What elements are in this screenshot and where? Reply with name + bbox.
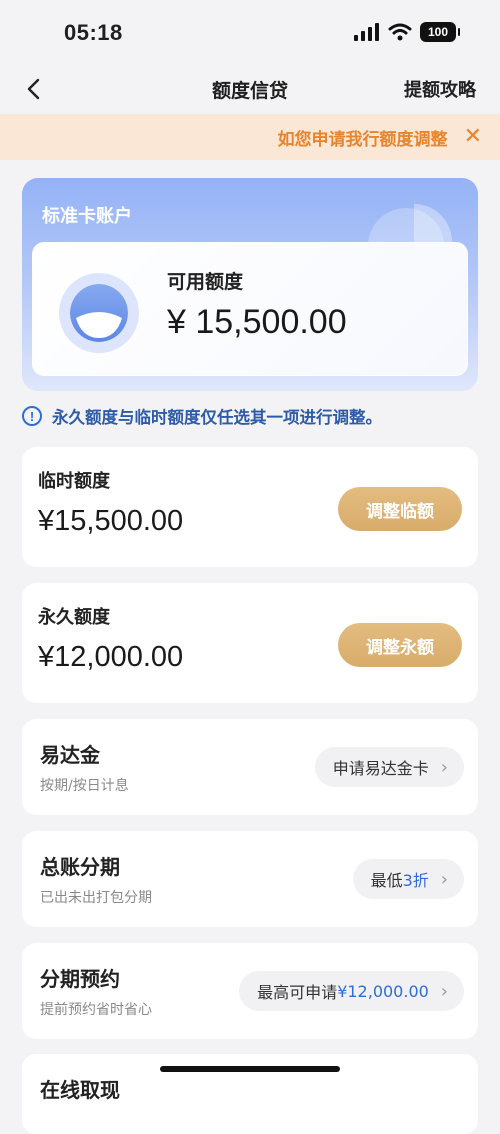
battery-indicator: 100 [420,22,460,42]
service-subtitle: 按期/按日计息 [40,778,129,794]
close-icon[interactable]: ✕ [464,126,482,148]
smile-icon [70,284,128,342]
available-limit-panel: 可用额度 ¥ 15,500.00 [32,242,468,376]
nav-bar: 额度信贷 提额攻略 [0,64,500,114]
status-bar: 05:18 100 [0,0,500,64]
temporary-limit-card: 临时额度 ¥15,500.00 调整临额 [22,447,478,567]
service-title: 总账分期 [40,855,120,879]
apply-yidajin-card-button[interactable]: 申请易达金卡 › [314,747,464,787]
permanent-limit-label: 永久额度 [38,607,110,628]
service-subtitle: 已出未出打包分期 [40,890,152,906]
temporary-limit-amount: ¥15,500.00 [38,505,184,537]
installment-reservation-button[interactable]: 最高可申请 ¥12,000.00 › [239,971,464,1011]
adjust-permanent-limit-button[interactable]: 调整永额 [338,623,462,667]
home-indicator[interactable] [160,1066,340,1072]
service-title: 在线取现 [40,1078,120,1102]
back-arrow-icon [27,78,40,100]
pill-prefix: 最低 [370,871,403,890]
permanent-limit-card: 永久额度 ¥12,000.00 调整永额 [22,583,478,703]
chevron-right-icon: › [440,756,448,778]
adjust-temporary-limit-button[interactable]: 调整临额 [338,487,462,531]
chevron-right-icon: › [440,980,448,1002]
notice: ! 永久额度与临时额度仅任选其一项进行调整。 [22,404,382,428]
status-time: 05:18 [64,20,123,45]
account-card: 标准卡账户 可用额度 ¥ 15,500.00 [22,178,478,391]
promo-banner[interactable]: 如您申请我行额度调整 ✕ [0,114,500,160]
available-limit-amount: ¥ 15,500.00 [167,303,347,341]
service-title: 分期预约 [40,967,120,991]
pill-label: 申请易达金卡 [332,759,429,778]
raise-limit-tips-link[interactable]: 提额攻略 [404,76,476,102]
service-card-installment-reservation[interactable]: 分期预约 提前预约省时省心 最高可申请 ¥12,000.00 › [22,943,478,1039]
account-title: 标准卡账户 [42,206,132,227]
permanent-limit-amount: ¥12,000.00 [38,641,184,673]
signal-icon [354,23,379,41]
temporary-limit-label: 临时额度 [38,471,110,492]
avatar [59,273,139,353]
available-limit-label: 可用额度 [167,271,244,293]
back-button[interactable] [20,72,50,106]
wifi-icon [388,23,412,41]
chevron-right-icon: › [440,868,448,890]
notice-text: 永久额度与临时额度仅任选其一项进行调整。 [52,408,382,427]
promo-text[interactable]: 如您申请我行额度调整 [278,125,448,150]
service-card-bill-installment[interactable]: 总账分期 已出未出打包分期 最低 3折 › [22,831,478,927]
pill-prefix: 最高可申请 [257,983,338,1002]
service-card-yidajin[interactable]: 易达金 按期/按日计息 申请易达金卡 › [22,719,478,815]
service-subtitle: 提前预约省时省心 [40,1002,152,1018]
status-icons: 100 [354,22,460,42]
bill-installment-button[interactable]: 最低 3折 › [352,859,464,899]
service-title: 易达金 [40,743,100,767]
pill-highlight: ¥12,000.00 [337,981,429,1001]
info-icon: ! [22,406,42,426]
pill-highlight: 3折 [402,871,429,890]
